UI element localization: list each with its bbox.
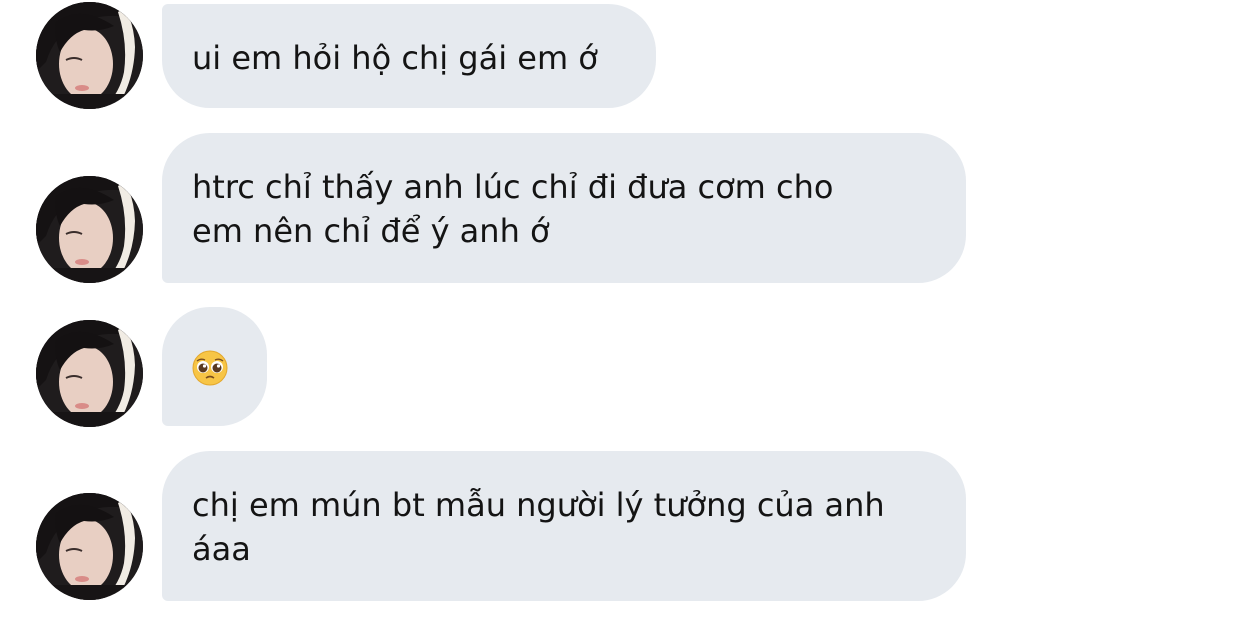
avatar[interactable]	[36, 2, 143, 109]
message-text: chị em mún bt mẫu người lý tưởng của anh	[192, 486, 885, 524]
message-text: em nên chỉ để ý anh ớ	[192, 212, 550, 250]
message-bubble[interactable]: ui em hỏi hộ chị gái em ớ	[162, 4, 656, 108]
pleading-face-emoji	[192, 350, 228, 386]
message-bubble[interactable]: chị em mún bt mẫu người lý tưởng của anh…	[162, 451, 966, 601]
message-bubble[interactable]: htrc chỉ thấy anh lúc chỉ đi đưa cơm cho…	[162, 133, 966, 283]
message-bubble[interactable]	[162, 307, 267, 426]
avatar[interactable]	[36, 176, 143, 283]
message-text: áaa	[192, 530, 251, 568]
message-text: htrc chỉ thấy anh lúc chỉ đi đưa cơm cho	[192, 168, 834, 206]
avatar[interactable]	[36, 493, 143, 600]
avatar[interactable]	[36, 320, 143, 427]
message-text: ui em hỏi hộ chị gái em ớ	[192, 39, 598, 77]
